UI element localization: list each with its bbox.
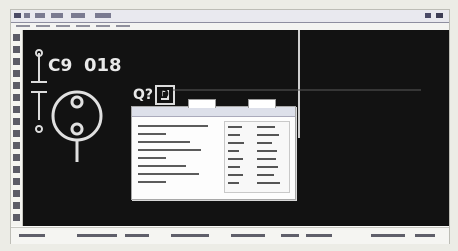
status-text	[306, 234, 332, 237]
status-text	[281, 234, 299, 237]
property-grid[interactable]	[224, 121, 290, 193]
left-toolbar	[11, 30, 23, 226]
grid-cell	[228, 158, 243, 160]
status-text	[19, 234, 45, 237]
dialog-row	[138, 181, 166, 183]
dialog-titlebar	[132, 107, 295, 117]
status-text	[77, 234, 117, 237]
close-icon[interactable]	[436, 13, 443, 18]
circle-icon[interactable]	[13, 178, 20, 185]
title-segment	[71, 13, 85, 18]
menu-item[interactable]	[116, 25, 130, 27]
grid-cell	[257, 166, 278, 168]
menu-item[interactable]	[36, 25, 50, 27]
dialog-row	[138, 165, 186, 167]
menu-item[interactable]	[56, 25, 70, 27]
dialog-tab[interactable]	[188, 99, 216, 108]
grid-cell	[257, 134, 279, 136]
title-segment	[24, 13, 30, 18]
status-text	[171, 234, 209, 237]
pan-icon[interactable]	[13, 58, 20, 65]
dialog-row	[138, 157, 166, 159]
status-text	[231, 234, 265, 237]
wire-icon[interactable]	[13, 70, 20, 77]
rect-icon[interactable]	[13, 202, 20, 209]
minimize-icon[interactable]	[425, 13, 431, 18]
ground-icon[interactable]	[13, 142, 20, 149]
app-icon	[14, 13, 21, 18]
title-segment	[95, 13, 111, 18]
component-ref-label: C9	[48, 56, 73, 76]
dialog-row	[138, 149, 201, 151]
cad-window: C9 018 Q? D	[10, 9, 450, 244]
junction-icon[interactable]	[13, 94, 20, 101]
grid-cell	[257, 174, 274, 176]
component-outline	[51, 90, 103, 162]
grid-cell	[228, 182, 239, 184]
status-text	[371, 234, 405, 237]
dialog-row	[138, 133, 166, 135]
grid-cell	[257, 142, 272, 144]
grid-cell	[228, 166, 240, 168]
status-text	[415, 234, 435, 237]
status-text	[125, 234, 149, 237]
menu-item[interactable]	[16, 25, 30, 27]
title-segment	[51, 13, 63, 18]
grid-cell	[257, 182, 280, 184]
arc-icon[interactable]	[13, 166, 20, 173]
capacitor-symbol	[31, 49, 47, 133]
grid-cell	[228, 126, 242, 128]
side-label: Q?	[133, 87, 154, 103]
select-icon[interactable]	[13, 34, 20, 41]
zoom-icon[interactable]	[13, 46, 20, 53]
grid-cell	[228, 174, 243, 176]
label-icon[interactable]	[13, 106, 20, 113]
grid-cell	[228, 150, 239, 152]
menu-bar	[11, 23, 449, 30]
connector-label: D	[159, 87, 169, 101]
dialog-row	[138, 125, 208, 127]
component-icon[interactable]	[13, 118, 20, 125]
title-segment	[35, 13, 45, 18]
grid-cell	[257, 158, 276, 160]
power-icon[interactable]	[13, 130, 20, 137]
grid-cell	[257, 150, 277, 152]
grid-cell	[228, 134, 240, 136]
properties-dialog[interactable]	[131, 99, 296, 200]
menu-item[interactable]	[96, 25, 110, 27]
dialog-row	[138, 173, 199, 175]
bus-icon[interactable]	[13, 82, 20, 89]
title-bar	[11, 10, 449, 23]
line-icon[interactable]	[13, 190, 20, 197]
grid-cell	[257, 126, 275, 128]
menu-item[interactable]	[76, 25, 90, 27]
monitor-frame: C9 018 Q? D	[0, 0, 458, 251]
text-icon[interactable]	[13, 154, 20, 161]
status-bar	[11, 227, 449, 244]
measure-icon[interactable]	[13, 214, 20, 221]
grid-cell	[228, 142, 244, 144]
dialog-tab[interactable]	[248, 99, 276, 108]
component-value-label: 018	[84, 55, 122, 76]
dialog-row	[138, 141, 190, 143]
